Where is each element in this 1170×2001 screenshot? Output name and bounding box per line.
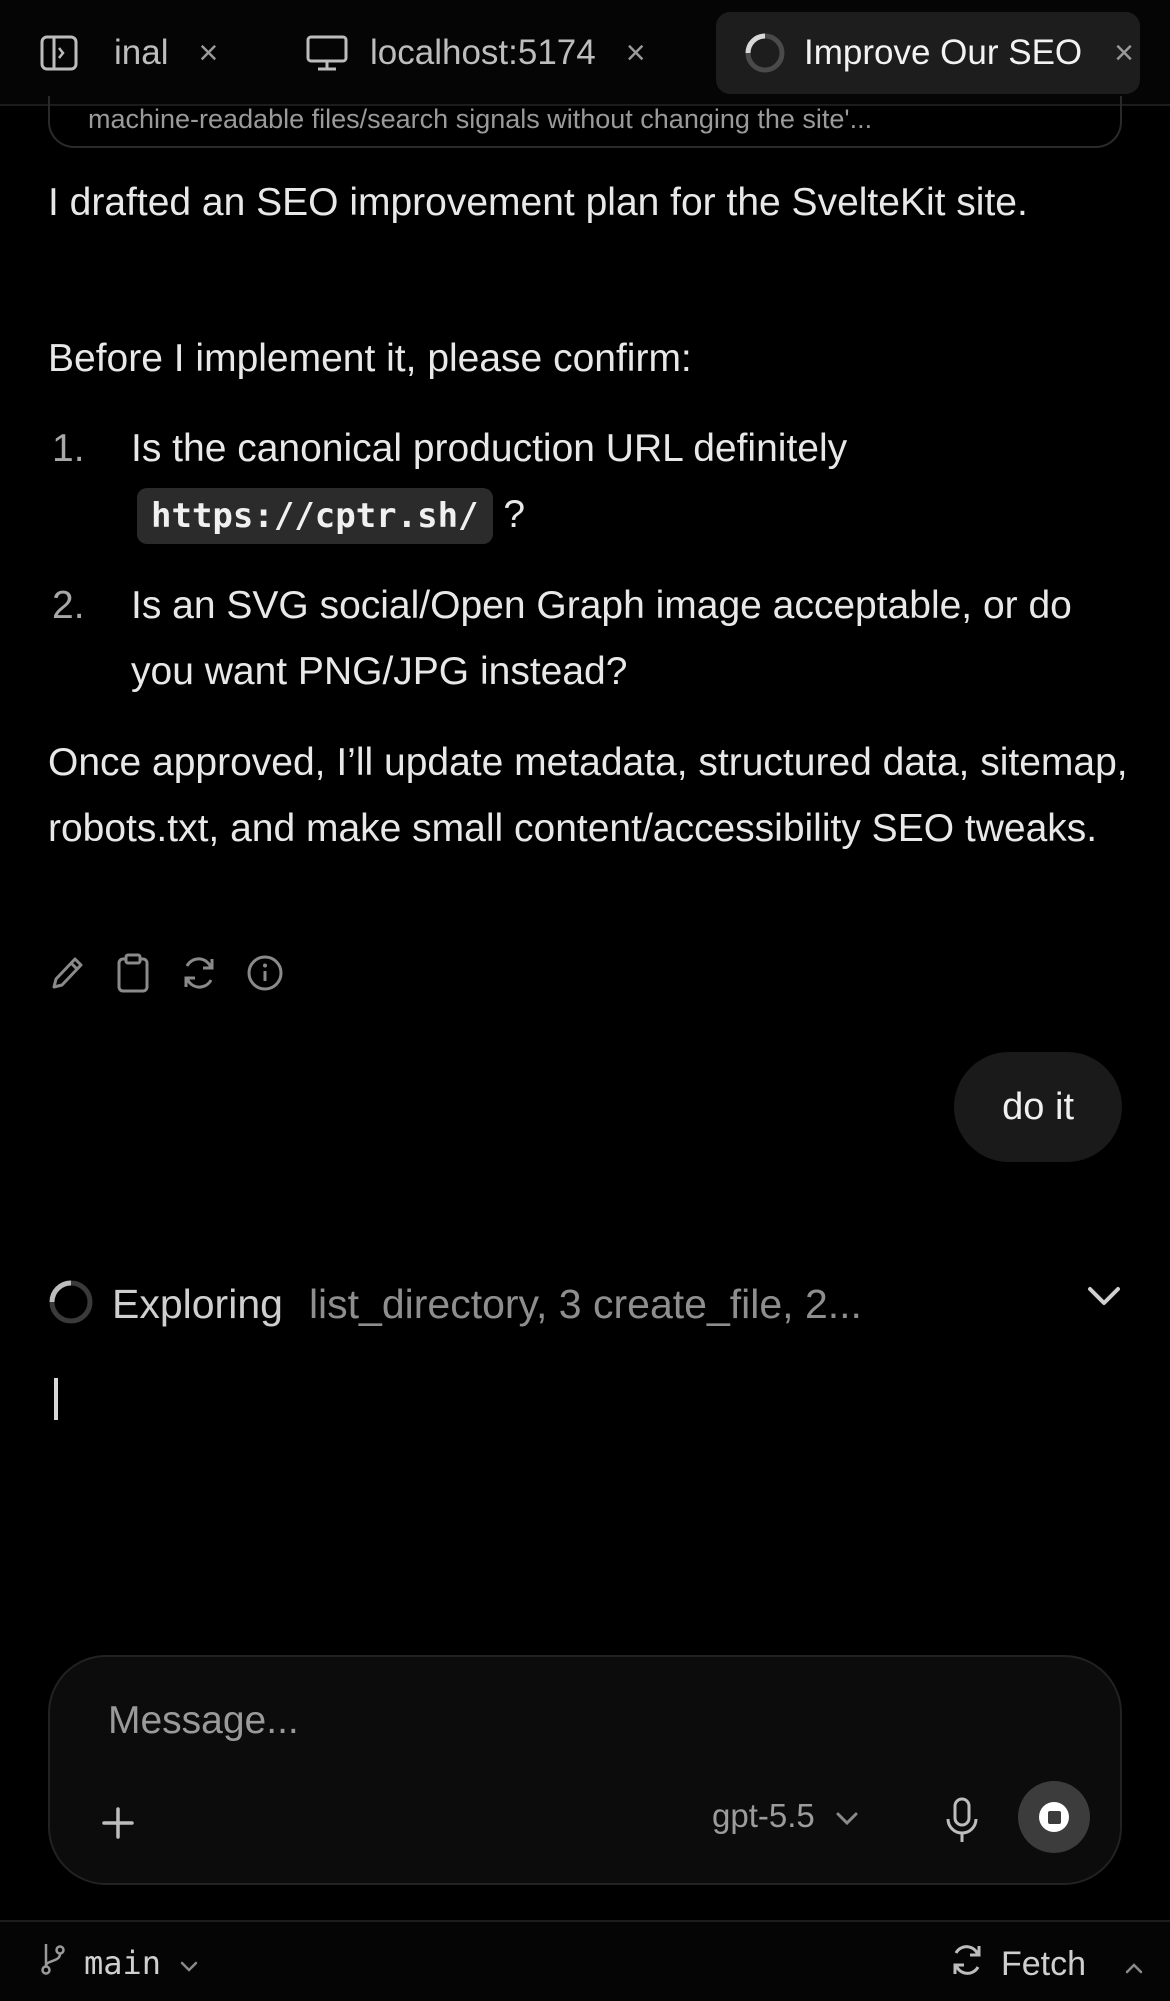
- monitor-icon: [306, 35, 348, 71]
- loading-spinner-icon: [744, 32, 786, 74]
- message-intro: I drafted an SEO improvement plan for th…: [48, 181, 1028, 224]
- list-text-suffix: ?: [503, 493, 526, 536]
- tab-improve-seo[interactable]: Improve Our SEO ×: [716, 12, 1140, 94]
- fetch-label: Fetch: [1000, 1945, 1086, 1983]
- plus-icon[interactable]: [94, 1799, 142, 1847]
- chevron-up-icon[interactable]: [1124, 1945, 1144, 1984]
- tab-localhost[interactable]: localhost:5174 ×: [306, 12, 646, 94]
- tab-close-icon[interactable]: ×: [198, 34, 218, 73]
- refresh-icon[interactable]: [180, 952, 218, 994]
- streaming-cursor: [54, 1378, 58, 1420]
- branch-name: main: [84, 1944, 162, 1982]
- tab-label: inal: [114, 33, 169, 72]
- list-number: 1.: [52, 427, 85, 470]
- list-item: 1. Is the canonical production URL defin…: [48, 416, 1138, 549]
- branch-selector[interactable]: main: [40, 1942, 199, 1984]
- tab-bar: inal × localhost:5174 × Improve Our SEO …: [0, 0, 1170, 106]
- message-closing: Once approved, I’ll update metadata, str…: [48, 741, 1128, 850]
- confirmation-list: 1. Is the canonical production URL defin…: [48, 416, 1138, 729]
- loading-spinner-icon: [48, 1279, 94, 1330]
- tab-terminal[interactable]: inal ×: [40, 12, 218, 94]
- exploring-label: Exploring: [112, 1280, 283, 1327]
- list-text: Is the canonical production URL definite…: [131, 427, 848, 470]
- list-text: Is an SVG social/Open Graph image accept…: [131, 584, 1072, 693]
- message-input[interactable]: Message...: [108, 1699, 299, 1743]
- stop-icon: [1039, 1802, 1069, 1832]
- fetch-button[interactable]: Fetch: [949, 1942, 1144, 1987]
- user-message-bubble: do it: [954, 1052, 1122, 1162]
- inline-code-url: https://cptr.sh/: [137, 488, 493, 544]
- tab-label: Improve Our SEO: [804, 33, 1083, 72]
- exploring-status[interactable]: Exploring list_directory, 3 create_file,…: [48, 1276, 1122, 1332]
- message-confirm-prompt: Before I implement it, please confirm:: [48, 337, 692, 380]
- previous-tool-card-text: machine-readable files/search signals wi…: [88, 104, 873, 134]
- pencil-icon[interactable]: [48, 952, 86, 994]
- user-message-text: do it: [1002, 1085, 1074, 1128]
- info-icon[interactable]: [246, 952, 284, 994]
- sidebar-toggle-icon[interactable]: [40, 35, 78, 71]
- model-selector[interactable]: gpt-5.5: [712, 1797, 859, 1835]
- status-bar: main Fetch: [0, 1920, 1170, 2001]
- chevron-down-icon: [835, 1797, 859, 1835]
- exploring-detail: list_directory, 3 create_file, 2...: [308, 1280, 862, 1327]
- message-composer[interactable]: Message... gpt-5.5: [48, 1655, 1122, 1885]
- message-actions: [48, 952, 284, 994]
- list-item: 2. Is an SVG social/Open Graph image acc…: [48, 573, 1138, 705]
- git-branch-icon: [40, 1942, 66, 1984]
- clipboard-icon[interactable]: [114, 952, 152, 994]
- tab-close-icon[interactable]: ×: [1114, 34, 1134, 73]
- tab-close-icon[interactable]: ×: [626, 34, 646, 73]
- chevron-down-icon[interactable]: [1086, 1284, 1122, 1313]
- sync-icon: [949, 1942, 985, 1987]
- stop-generation-button[interactable]: [1018, 1781, 1090, 1853]
- list-number: 2.: [52, 584, 85, 627]
- previous-tool-card[interactable]: machine-readable files/search signals wi…: [48, 96, 1122, 148]
- chevron-down-icon: [179, 1944, 199, 1982]
- model-name: gpt-5.5: [712, 1797, 815, 1834]
- microphone-icon[interactable]: [940, 1793, 984, 1849]
- tab-label: localhost:5174: [370, 33, 596, 72]
